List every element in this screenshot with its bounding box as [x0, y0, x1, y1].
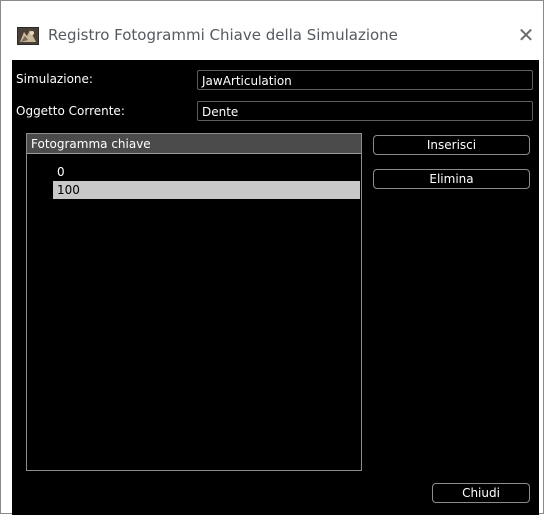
- app-icon: [17, 27, 39, 45]
- dialog-body: Simulazione: JawArticulation Oggetto Cor…: [12, 60, 539, 515]
- title-bar[interactable]: Registro Fotogrammi Chiave della Simulaz…: [2, 2, 542, 60]
- close-button[interactable]: Chiudi: [432, 483, 530, 503]
- keyframe-list[interactable]: Fotogramma chiave 0 100: [26, 133, 362, 471]
- delete-button[interactable]: Elimina: [373, 169, 530, 189]
- insert-button[interactable]: Inserisci: [373, 135, 530, 155]
- close-icon[interactable]: ✕: [515, 23, 537, 47]
- simulation-field[interactable]: JawArticulation: [197, 70, 533, 90]
- list-item-selected[interactable]: 100: [53, 181, 360, 199]
- keyframe-dialog: Registro Fotogrammi Chiave della Simulaz…: [0, 0, 544, 515]
- keyframe-column-header[interactable]: Fotogramma chiave: [27, 134, 361, 154]
- simulation-label: Simulazione:: [16, 72, 93, 86]
- list-item[interactable]: 0: [53, 163, 360, 181]
- window-title: Registro Fotogrammi Chiave della Simulaz…: [48, 26, 398, 44]
- current-object-label: Oggetto Corrente:: [16, 104, 125, 118]
- current-object-field[interactable]: Dente: [197, 101, 533, 121]
